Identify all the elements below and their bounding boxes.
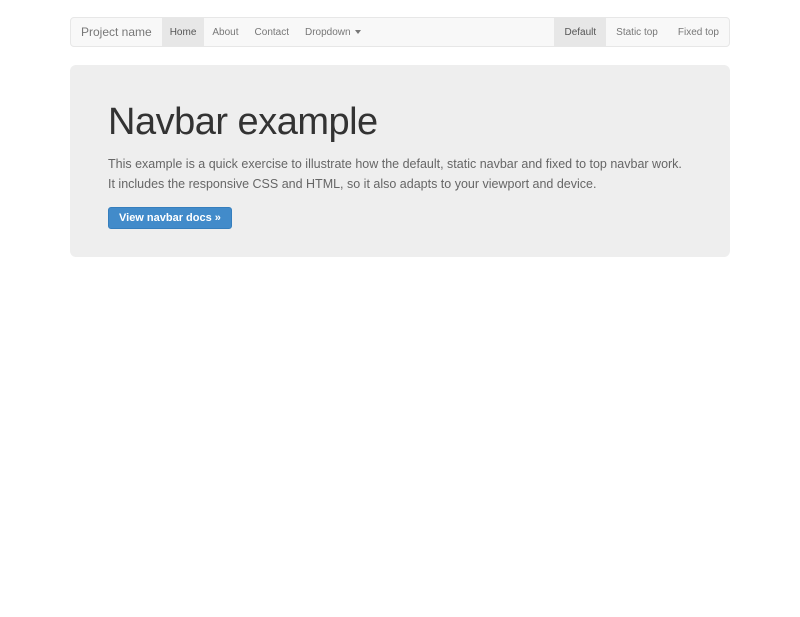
top-navbar: Project name Home About Contact Dropdown… (70, 17, 730, 47)
page-container: Project name Home About Contact Dropdown… (70, 17, 730, 257)
navbar-right-nav: Default Static top Fixed top (554, 18, 729, 46)
jumbotron-description: This example is a quick exercise to illu… (108, 154, 692, 194)
nav-item-default[interactable]: Default (554, 18, 606, 46)
nav-item-fixed-top[interactable]: Fixed top (668, 18, 729, 46)
nav-item-dropdown[interactable]: Dropdown (297, 18, 369, 46)
nav-item-home[interactable]: Home (162, 18, 205, 46)
nav-item-static-top[interactable]: Static top (606, 18, 668, 46)
view-navbar-docs-button[interactable]: View navbar docs » (108, 207, 232, 229)
page-title: Navbar example (108, 101, 692, 144)
nav-item-contact[interactable]: Contact (247, 18, 297, 46)
nav-item-about[interactable]: About (204, 18, 246, 46)
jumbotron: Navbar example This example is a quick e… (70, 65, 730, 257)
navbar-brand[interactable]: Project name (71, 18, 162, 46)
caret-down-icon (355, 30, 361, 34)
navbar-left-nav: Home About Contact Dropdown (162, 18, 369, 46)
nav-item-dropdown-label: Dropdown (305, 27, 351, 38)
